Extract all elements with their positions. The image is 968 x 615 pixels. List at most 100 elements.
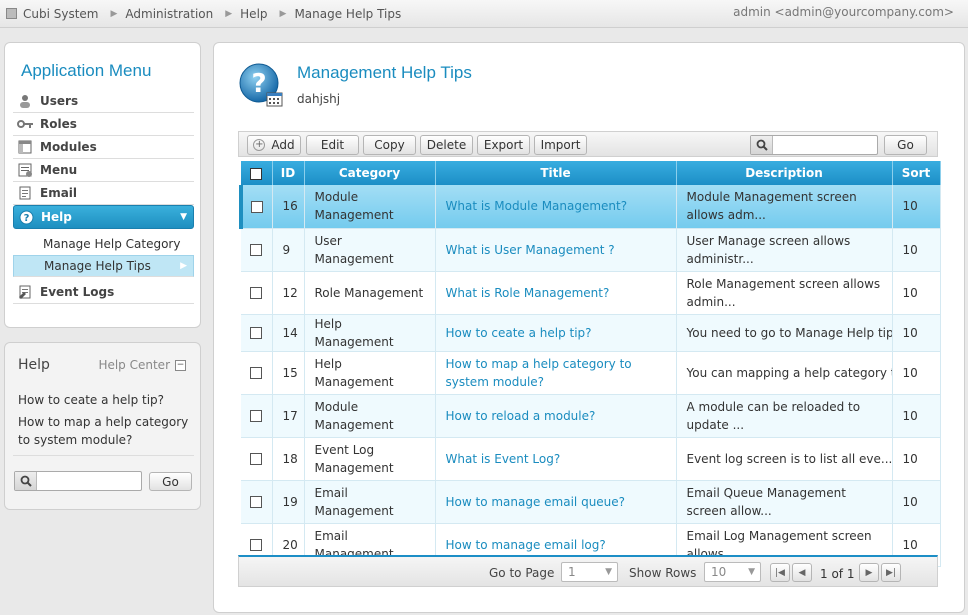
submenu-item-manage-help-tips[interactable]: Manage Help Tips ▶ xyxy=(13,255,194,277)
help-link[interactable]: How to ceate a help tip? xyxy=(18,391,193,409)
menu-item-event-logs[interactable]: Event Logs xyxy=(13,281,194,304)
row-checkbox-cell[interactable] xyxy=(241,480,273,524)
first-page-button[interactable]: |◀ xyxy=(770,563,790,582)
show-rows-select[interactable]: 10 ▼ xyxy=(704,562,761,582)
cell-description: Email Queue Management screen allow... xyxy=(676,480,893,524)
export-button[interactable]: Export xyxy=(477,135,530,155)
key-icon xyxy=(17,116,33,132)
edit-button[interactable]: Edit xyxy=(306,135,359,155)
goto-page-label: Go to Page xyxy=(489,566,555,580)
cell-category: Help Management xyxy=(304,314,436,352)
next-page-button[interactable]: ▶ xyxy=(859,563,879,582)
table-row[interactable]: 19 Email Management How to manage email … xyxy=(241,480,941,524)
row-checkbox[interactable] xyxy=(250,244,263,256)
row-checkbox-cell[interactable] xyxy=(241,437,273,481)
column-header-sort[interactable]: Sort xyxy=(892,161,941,185)
breadcrumb-item[interactable]: Help xyxy=(240,7,267,21)
import-button[interactable]: Import xyxy=(534,135,587,155)
menu-item-label: Menu xyxy=(40,163,78,177)
row-checkbox[interactable] xyxy=(250,287,263,299)
grid-search-input[interactable] xyxy=(750,135,878,155)
row-checkbox-cell[interactable] xyxy=(241,271,273,315)
select-all-checkbox-cell[interactable] xyxy=(241,161,273,185)
chevron-right-icon: ▶ xyxy=(180,261,187,271)
column-header-title[interactable]: Title xyxy=(435,161,677,185)
home-icon[interactable] xyxy=(6,8,17,19)
chevron-down-icon: ▼ xyxy=(748,567,755,577)
menu-item-email[interactable]: Email xyxy=(13,182,194,205)
help-links: How to ceate a help tip? How to map a he… xyxy=(18,391,193,453)
collapse-icon[interactable]: − xyxy=(175,360,186,371)
cell-id: 19 xyxy=(272,480,305,524)
cell-category: User Management xyxy=(304,228,436,272)
row-checkbox[interactable] xyxy=(250,367,263,379)
cell-title-link[interactable]: What is Module Management? xyxy=(435,185,677,229)
row-checkbox[interactable] xyxy=(250,327,263,339)
event-logs-icon xyxy=(17,284,33,300)
cell-sort: 10 xyxy=(892,394,941,438)
menu-item-roles[interactable]: Roles xyxy=(13,113,194,136)
row-checkbox-cell[interactable] xyxy=(241,228,273,272)
cell-title-link[interactable]: What is User Management ? xyxy=(435,228,677,272)
table-row[interactable]: 18 Event Log Management What is Event Lo… xyxy=(241,437,941,481)
previous-page-button[interactable]: ◀ xyxy=(792,563,812,582)
row-checkbox[interactable] xyxy=(251,200,264,213)
add-button-label: Add xyxy=(271,138,295,152)
breadcrumb-item[interactable]: Administration xyxy=(125,7,213,21)
menu-item-users[interactable]: Users xyxy=(13,90,194,113)
help-link[interactable]: How to map a help category to system mod… xyxy=(18,413,193,449)
goto-page-select[interactable]: 1 ▼ xyxy=(561,562,618,582)
copy-button[interactable]: Copy xyxy=(363,135,416,155)
cell-sort: 10 xyxy=(892,351,941,395)
table-row[interactable]: 12 Role Management What is Role Manageme… xyxy=(241,271,941,315)
row-checkbox-cell[interactable] xyxy=(241,314,273,352)
cell-sort: 10 xyxy=(892,228,941,272)
table-row[interactable]: 9 User Management What is User Managemen… xyxy=(241,228,941,272)
row-checkbox[interactable] xyxy=(250,539,263,551)
cell-title-link[interactable]: What is Event Log? xyxy=(435,437,677,481)
help-tips-table: ID Category Title Description Sort 16 Mo… xyxy=(239,161,941,567)
row-checkbox-cell[interactable] xyxy=(241,394,273,438)
delete-button[interactable]: Delete xyxy=(420,135,473,155)
table-row[interactable]: 16 Module Management What is Module Mana… xyxy=(239,185,941,229)
cell-title-link[interactable]: How to ceate a help tip? xyxy=(435,314,677,352)
table-row[interactable]: 14 Help Management How to ceate a help t… xyxy=(241,314,941,352)
cell-title-link[interactable]: How to reload a module? xyxy=(435,394,677,438)
menu-item-help[interactable]: ? Help ▼ xyxy=(13,205,194,229)
last-page-button[interactable]: ▶| xyxy=(881,563,901,582)
cell-category: Email Management xyxy=(304,480,436,524)
user-account-label[interactable]: admin <admin@yourcompany.com> xyxy=(733,5,954,19)
column-header-description[interactable]: Description xyxy=(676,161,893,185)
users-icon xyxy=(17,93,33,109)
breadcrumb-item[interactable]: Cubi System xyxy=(23,7,99,21)
row-checkbox-cell[interactable] xyxy=(241,351,273,395)
table-row[interactable]: 15 Help Management How to map a help cat… xyxy=(241,351,941,395)
table-row[interactable]: 17 Module Management How to reload a mod… xyxy=(241,394,941,438)
cell-description: You can mapping a help category to... xyxy=(676,351,893,395)
help-tips-icon: ? xyxy=(239,63,283,107)
column-header-category[interactable]: Category xyxy=(304,161,436,185)
help-go-button[interactable]: Go xyxy=(149,472,192,491)
menu-item-modules[interactable]: Modules xyxy=(13,136,194,159)
menu-item-menu[interactable]: Menu xyxy=(13,159,194,182)
cell-description: User Manage screen allows administr... xyxy=(676,228,893,272)
cell-title-link[interactable]: How to map a help category to system mod… xyxy=(435,351,677,395)
cell-title-link[interactable]: How to manage email queue? xyxy=(435,480,677,524)
row-checkbox-cell[interactable] xyxy=(239,185,273,229)
row-checkbox[interactable] xyxy=(250,496,263,508)
breadcrumb-item[interactable]: Manage Help Tips xyxy=(294,7,401,21)
help-search-input[interactable] xyxy=(14,471,142,491)
submenu-item-manage-help-category[interactable]: Manage Help Category xyxy=(13,233,194,255)
help-center-link[interactable]: Help Center xyxy=(98,358,170,372)
cell-id: 14 xyxy=(272,314,305,352)
application-menu-panel: Application Menu Users Roles Modules Men… xyxy=(4,42,201,328)
divider xyxy=(13,455,194,456)
row-checkbox[interactable] xyxy=(250,410,263,422)
row-checkbox[interactable] xyxy=(250,453,263,465)
cell-title-link[interactable]: What is Role Management? xyxy=(435,271,677,315)
cell-sort: 10 xyxy=(892,314,941,352)
add-button[interactable]: + Add xyxy=(247,135,301,155)
grid-search-go-button[interactable]: Go xyxy=(884,135,927,155)
select-all-checkbox[interactable] xyxy=(250,167,263,180)
column-header-id[interactable]: ID xyxy=(272,161,305,185)
